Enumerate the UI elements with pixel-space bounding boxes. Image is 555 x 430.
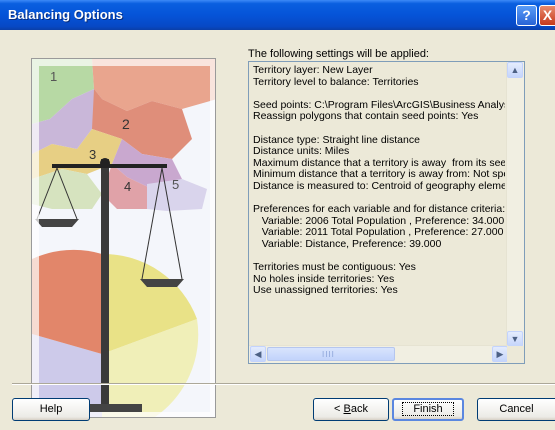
scroll-left-icon[interactable]: ◀: [250, 346, 266, 362]
button-divider: [12, 383, 555, 385]
back-prefix: <: [334, 403, 344, 415]
scroll-up-icon[interactable]: ▲: [507, 62, 523, 78]
scrollbar-corner: [507, 346, 524, 363]
settings-summary-text: Territory layer: New Layer Territory lev…: [253, 65, 505, 297]
scroll-right-icon[interactable]: ▶: [492, 346, 508, 362]
map-and-scale-image: 1 2 3 4 5: [32, 59, 215, 417]
vertical-scrollbar[interactable]: ▲ ▼: [506, 62, 524, 347]
help-icon[interactable]: ?: [516, 5, 537, 26]
finish-button[interactable]: Finish: [392, 398, 464, 421]
region-label-4: 4: [124, 179, 131, 194]
back-label-rest: ack: [350, 403, 368, 415]
scroll-down-icon[interactable]: ▼: [507, 331, 523, 347]
region-label-1: 1: [50, 69, 57, 84]
region-label-5: 5: [172, 177, 179, 192]
close-icon[interactable]: X: [539, 5, 555, 26]
intro-label: The following settings will be applied:: [248, 48, 429, 60]
balance-illustration: 1 2 3 4 5: [31, 58, 216, 418]
title-bar: Balancing Options ? X: [0, 0, 555, 30]
back-accesskey: B: [343, 403, 351, 415]
back-button[interactable]: < Back: [313, 398, 389, 421]
help-button[interactable]: Help: [12, 398, 90, 421]
region-label-2: 2: [122, 116, 130, 132]
settings-summary-box[interactable]: Territory layer: New Layer Territory lev…: [248, 61, 525, 364]
horizontal-scroll-thumb[interactable]: IIII: [267, 347, 395, 361]
cancel-button[interactable]: Cancel: [477, 398, 555, 421]
region-label-3: 3: [89, 147, 96, 162]
finish-label: Finish: [402, 402, 454, 416]
window-title: Balancing Options: [8, 7, 123, 22]
horizontal-scrollbar[interactable]: ◀ IIII ▶: [249, 345, 508, 363]
scroll-thumb-grip: IIII: [322, 350, 335, 359]
